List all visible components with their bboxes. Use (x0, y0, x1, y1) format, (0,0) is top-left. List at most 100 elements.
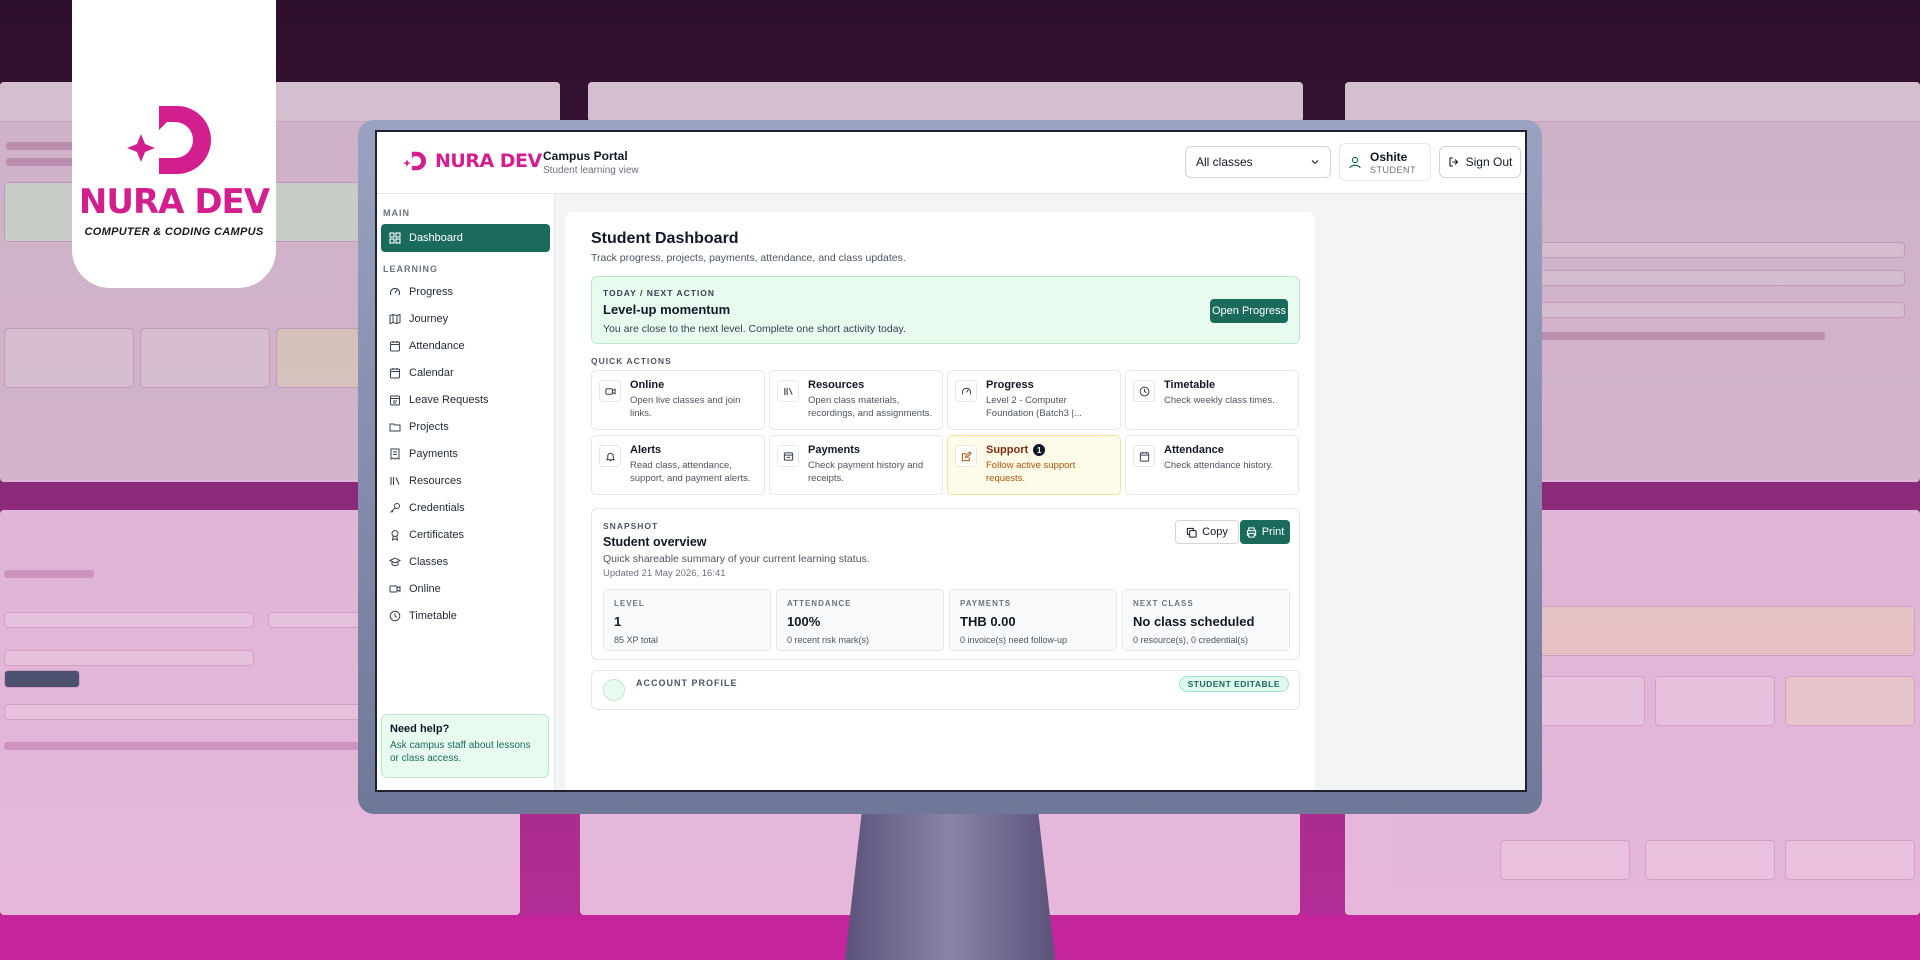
sidebar: MAIN Dashboard LEARNING Progress Journey… (377, 194, 555, 790)
stat-note: 0 recent risk mark(s) (787, 635, 870, 645)
stat-attendance: ATTENDANCE 100% 0 recent risk mark(s) (776, 589, 944, 651)
quick-action-title-text: Timetable (1164, 379, 1216, 391)
sidebar-item-calendar[interactable]: Calendar (381, 359, 550, 386)
award-icon (391, 529, 399, 541)
sidebar-item-label: Classes (409, 555, 449, 568)
quick-action-title-text: Progress (986, 379, 1034, 391)
sidebar-item-progress[interactable]: Progress (381, 278, 550, 305)
help-panel[interactable]: Need help? Ask campus staff about lesson… (381, 714, 549, 778)
next-action-panel: TODAY / NEXT ACTION Level-up momentum Yo… (591, 276, 1300, 344)
class-filter-value: All classes (1196, 155, 1253, 169)
stat-label: PAYMENTS (960, 599, 1012, 608)
sidebar-item-leave-requests[interactable]: Leave Requests (381, 386, 550, 413)
stat-level: LEVEL 1 85 XP total (603, 589, 771, 651)
brand-logo-icon (127, 106, 211, 174)
stat-label: NEXT CLASS (1133, 599, 1194, 608)
graduation-cap-icon (389, 556, 401, 566)
sidebar-item-label: Certificates (409, 528, 465, 541)
sidebar-item-dashboard[interactable]: Dashboard (381, 224, 550, 252)
sign-out-button[interactable]: Sign Out (1439, 146, 1521, 178)
student-editable-badge: STUDENT EDITABLE (1178, 676, 1289, 692)
sidebar-item-attendance[interactable]: Attendance (381, 332, 550, 359)
library-icon (783, 387, 793, 395)
snapshot-label: SNAPSHOT (603, 521, 659, 531)
quick-action-title: Online (630, 379, 756, 391)
edit-note-icon (961, 450, 972, 461)
print-button[interactable]: Print (1240, 520, 1290, 544)
snapshot-subtitle: Quick shareable summary of your current … (603, 553, 870, 565)
sidebar-item-journey[interactable]: Journey (381, 305, 550, 332)
sidebar-item-payments[interactable]: Payments (381, 440, 550, 467)
sidebar-item-label: Resources (409, 474, 462, 487)
folder-icon (389, 423, 401, 431)
quick-action-alerts[interactable]: Alerts Read class, attendance, support, … (591, 435, 765, 495)
next-action-label: TODAY / NEXT ACTION (603, 288, 716, 298)
monitor-stand (845, 812, 1055, 960)
snapshot-title: Student overview (603, 535, 707, 549)
open-progress-button[interactable]: Open Progress (1210, 299, 1288, 323)
sidebar-item-timetable[interactable]: Timetable (381, 602, 550, 629)
portal-subtitle: Student learning view (543, 165, 639, 176)
copy-button[interactable]: Copy (1175, 520, 1239, 544)
quick-actions-grid: Online Open live classes and join links.… (591, 370, 1301, 495)
quick-actions-label: QUICK ACTIONS (591, 356, 672, 366)
stat-payments: PAYMENTS THB 0.00 0 invoice(s) need foll… (949, 589, 1117, 651)
calendar-leave-icon (390, 395, 400, 405)
portal-heading: Campus Portal Student learning view (543, 149, 639, 176)
receipt-icon (390, 448, 400, 460)
calendar-icon (390, 367, 400, 378)
sidebar-item-label: Journey (409, 312, 449, 325)
sidebar-section-main: MAIN (383, 208, 410, 218)
sidebar-item-certificates[interactable]: Certificates (381, 521, 550, 548)
quick-action-progress[interactable]: Progress Level 2 - Computer Foundation (… (947, 370, 1121, 430)
sidebar-item-label: Attendance (409, 339, 465, 352)
stat-note: 0 invoice(s) need follow-up (960, 635, 1068, 645)
quick-action-support[interactable]: Support 1 Follow active support requests. (947, 435, 1121, 495)
clock-icon (1139, 386, 1149, 396)
user-name: Oshite (1370, 149, 1408, 164)
key-icon (390, 502, 400, 513)
sidebar-item-label: Progress (409, 285, 454, 298)
sidebar-item-label: Online (409, 582, 441, 595)
snapshot-updated: Updated 21 May 2026, 16:41 (603, 568, 726, 579)
library-icon (390, 476, 400, 485)
stat-value: THB 0.00 (960, 614, 1016, 629)
quick-action-desc: Open class materials, recordings, and as… (808, 395, 933, 419)
quick-action-timetable[interactable]: Timetable Check weekly class times. (1125, 370, 1299, 430)
quick-action-title-text: Online (630, 379, 665, 391)
quick-action-desc: Check attendance history. (1164, 460, 1274, 471)
quick-action-title-text: Resources (808, 379, 865, 391)
stat-label: LEVEL (614, 599, 645, 608)
portal-title: Campus Portal (543, 149, 628, 163)
class-filter-select[interactable]: All classes (1185, 146, 1331, 178)
video-icon (389, 585, 401, 592)
quick-action-resources[interactable]: Resources Open class materials, recordin… (769, 370, 943, 430)
print-label: Print (1261, 526, 1285, 538)
header-logo-text: NURA DEV (435, 150, 542, 172)
support-count-badge: 1 (1033, 444, 1046, 456)
quick-action-payments[interactable]: Payments Check payment history and recei… (769, 435, 943, 495)
quick-action-title-text: Attendance (1164, 444, 1224, 456)
stat-value: No class scheduled (1133, 614, 1255, 629)
next-action-text: You are close to the next level. Complet… (603, 323, 906, 335)
main-content: Student Dashboard Track progress, projec… (555, 194, 1525, 790)
sign-out-label: Sign Out (1465, 155, 1513, 169)
next-action-title: Level-up momentum (603, 302, 731, 317)
sidebar-item-online[interactable]: Online (381, 575, 550, 602)
quick-action-desc: Read class, attendance, support, and pay… (630, 460, 751, 484)
sidebar-item-label: Payments (409, 447, 458, 460)
account-profile-panel[interactable]: ACCOUNT PROFILE STUDENT EDITABLE (591, 670, 1300, 710)
sidebar-item-projects[interactable]: Projects (381, 413, 550, 440)
sidebar-item-label: Leave Requests (409, 393, 489, 406)
user-profile-chip[interactable]: Oshite STUDENT (1339, 143, 1431, 181)
stat-value: 1 (614, 614, 622, 629)
quick-action-online[interactable]: Online Open live classes and join links. (591, 370, 765, 430)
sidebar-item-credentials[interactable]: Credentials (381, 494, 550, 521)
sidebar-item-classes[interactable]: Classes (381, 548, 550, 575)
quick-action-attendance[interactable]: Attendance Check attendance history. (1125, 435, 1299, 495)
header-logo[interactable]: NURA DEV (401, 146, 542, 176)
header-logo-icon (403, 151, 427, 171)
account-profile-label: ACCOUNT PROFILE (636, 678, 738, 688)
sidebar-item-label: Timetable (409, 609, 457, 622)
sidebar-item-resources[interactable]: Resources (381, 467, 550, 494)
